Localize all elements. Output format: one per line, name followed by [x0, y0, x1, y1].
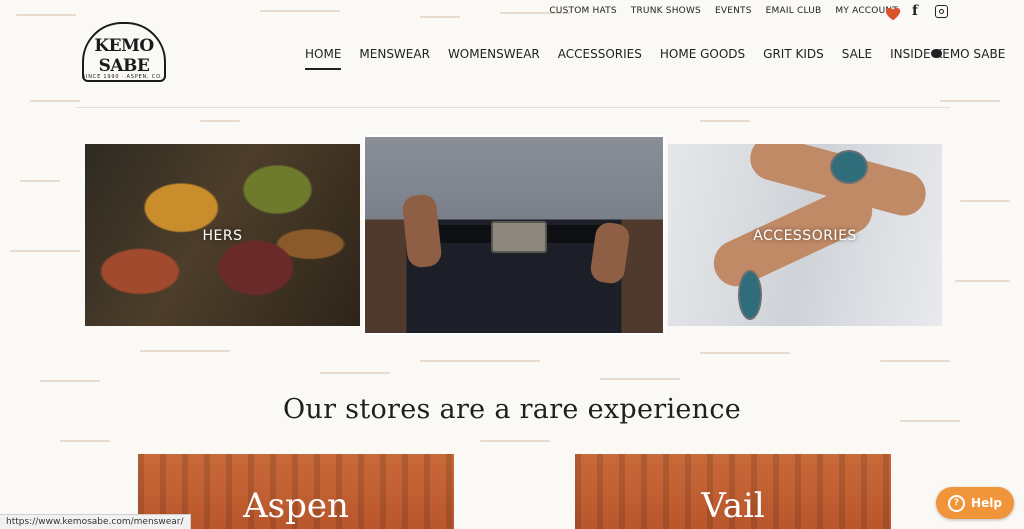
logo[interactable]: KEMO SABE SINCE 1990 · ASPEN, CO. — [76, 22, 172, 86]
tile-hers[interactable]: HERS — [85, 144, 360, 326]
heart-icon[interactable] — [884, 5, 902, 21]
facebook-icon[interactable]: f — [912, 3, 918, 19]
util-events[interactable]: EVENTS — [715, 6, 752, 16]
main-nav: HOME MENSWEAR WOMENSWEAR ACCESSORIES HOM… — [305, 47, 1014, 70]
logo-name: KEMO SABE — [94, 36, 154, 76]
logo-subtitle: SINCE 1990 · ASPEN, CO. — [82, 74, 164, 80]
stores-headline: Our stores are a rare experience — [282, 394, 742, 425]
tile-accessories-label: ACCESSORIES — [753, 228, 857, 244]
tile-accessories[interactable]: ACCESSORIES — [668, 144, 942, 326]
store-vail[interactable]: Vail — [575, 454, 891, 529]
util-custom-hats[interactable]: CUSTOM HATS — [549, 6, 616, 16]
nav-accessories[interactable]: ACCESSORIES — [549, 47, 651, 61]
turquoise-ring-image — [830, 150, 868, 184]
help-button[interactable]: ? Help — [936, 487, 1014, 519]
hand-image — [401, 193, 443, 269]
nav-womenswear[interactable]: WOMENSWEAR — [439, 47, 549, 61]
hand-image — [588, 220, 632, 286]
nav-sale[interactable]: SALE — [833, 47, 881, 61]
nav-home-goods[interactable]: HOME GOODS — [651, 47, 754, 61]
status-bar-url: https://www.kemosabe.com/menswear/ — [0, 514, 191, 529]
util-trunk-shows[interactable]: TRUNK SHOWS — [631, 6, 701, 16]
help-label: Help — [971, 496, 1002, 510]
nav-home[interactable]: HOME — [305, 47, 350, 70]
header-divider — [76, 107, 950, 108]
turquoise-ring-image — [738, 270, 762, 320]
nav-grit-kids[interactable]: GRIT KIDS — [754, 47, 833, 61]
chat-icon[interactable] — [931, 49, 942, 58]
nav-menswear[interactable]: MENSWEAR — [350, 47, 439, 61]
question-icon: ? — [948, 494, 966, 512]
nav-inside-kemo-sabe[interactable]: INSIDE KEMO SABE — [881, 47, 1014, 61]
util-email-club[interactable]: EMAIL CLUB — [766, 6, 822, 16]
belt-buckle-image — [491, 221, 547, 253]
instagram-icon[interactable] — [935, 5, 948, 18]
tile-menswear[interactable] — [363, 135, 665, 335]
tile-hers-label: HERS — [202, 228, 243, 244]
store-vail-label: Vail — [701, 486, 765, 526]
